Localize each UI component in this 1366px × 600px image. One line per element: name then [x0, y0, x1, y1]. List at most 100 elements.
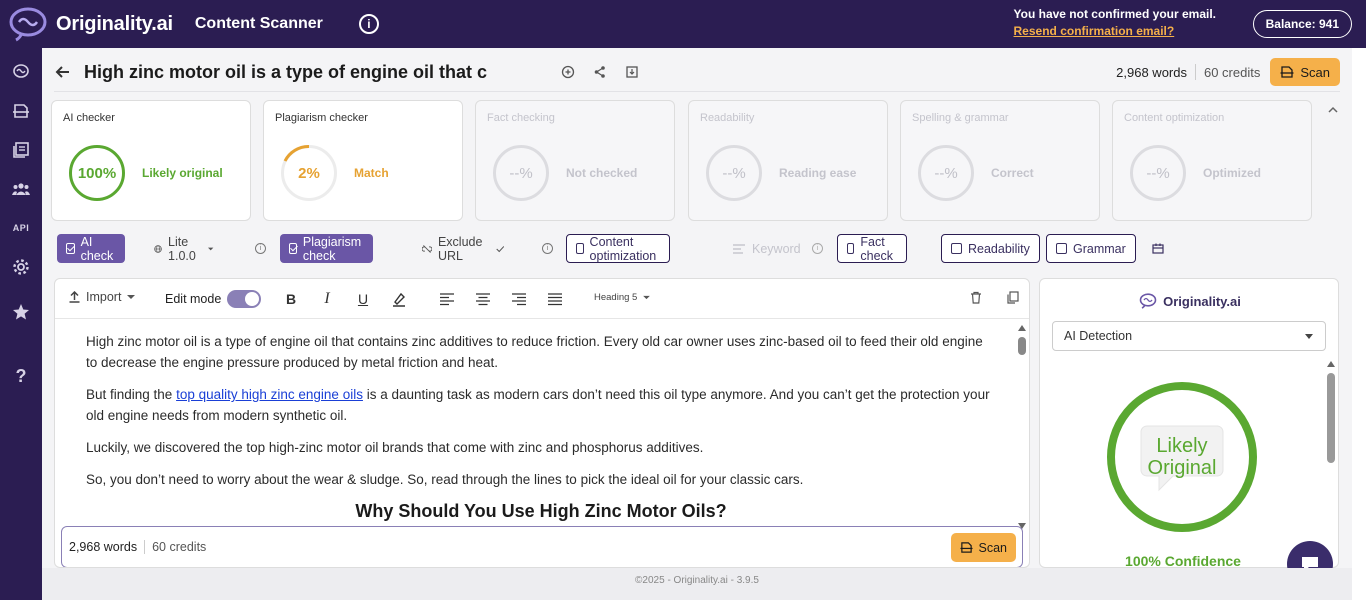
import-button[interactable]: Import [69, 290, 136, 304]
card-plagiarism-checker[interactable]: Plagiarism checker 2% Match [263, 100, 463, 221]
checkbox-icon [1056, 243, 1067, 254]
checkbox-icon [847, 243, 855, 254]
score-ring: --% [1130, 145, 1186, 201]
copy-icon[interactable] [1006, 291, 1019, 304]
paragraph: So, you don’t need to worry about the we… [86, 472, 804, 487]
align-center-icon[interactable] [475, 291, 491, 307]
checkbox-checked-icon [66, 243, 75, 254]
back-arrow-icon[interactable] [54, 63, 72, 81]
panel-brand: Originality.ai [1040, 293, 1338, 309]
content-optimization-label: Content optimization [589, 234, 657, 263]
brain-logo-icon [1139, 293, 1157, 309]
inline-link[interactable]: top quality high zinc engine oils [176, 387, 363, 402]
globe-icon [154, 244, 162, 253]
calendar-icon[interactable] [1152, 243, 1164, 254]
exclude-url-info-icon[interactable]: i [542, 243, 553, 254]
team-icon[interactable] [11, 179, 31, 199]
paragraph: But finding the top quality high zinc en… [86, 384, 996, 426]
heading-label: Heading 5 [594, 292, 638, 303]
help-icon[interactable]: ? [11, 366, 31, 386]
scroll-thumb[interactable] [1018, 337, 1026, 355]
bold-button[interactable]: B [283, 291, 299, 307]
resend-confirmation-link[interactable]: Resend confirmation email? [1014, 24, 1216, 38]
card-status: Reading ease [779, 166, 857, 180]
header-divider [54, 91, 1340, 92]
editor-content[interactable]: High zinc motor oil is a type of engine … [86, 331, 996, 522]
editor-toolbar: Import Edit mode B I U Heading 5 [55, 279, 1029, 319]
export-icon[interactable] [625, 65, 639, 79]
add-circle-icon[interactable] [561, 65, 575, 79]
card-status: Match [354, 166, 389, 180]
confidence-label: 100% Confidence [1125, 553, 1241, 568]
header-stats: 2,968 words 60 credits Scan [1116, 56, 1340, 88]
model-select[interactable]: Lite 1.0.0 [154, 234, 214, 263]
chevron-up-icon[interactable] [1326, 103, 1340, 117]
fact-check-toggle[interactable]: Fact check [837, 234, 907, 263]
highlighter-icon[interactable] [391, 291, 407, 307]
underline-button[interactable]: U [355, 291, 371, 307]
card-ai-checker[interactable]: AI checker 100% Likely original [51, 100, 251, 221]
left-sidebar: API ? [0, 48, 42, 600]
paragraph: Luckily, we discovered the top high-zinc… [86, 440, 704, 455]
balance-badge[interactable]: Balance: 941 [1252, 10, 1352, 38]
card-title: Content optimization [1124, 112, 1225, 124]
word-count: 2,968 words [1116, 64, 1187, 80]
card-title: Readability [700, 112, 755, 124]
exclude-url-option[interactable]: Exclude URL [422, 234, 505, 263]
keyword-info-icon[interactable]: i [812, 243, 823, 254]
scroll-up-icon[interactable] [1018, 325, 1026, 331]
heading-select[interactable]: Heading 5 [594, 292, 651, 303]
page-scrollbar[interactable] [1352, 48, 1366, 600]
document-actions [561, 65, 639, 79]
align-justify-icon[interactable] [547, 291, 563, 307]
grammar-toggle[interactable]: Grammar [1046, 234, 1136, 263]
score-ring: --% [918, 145, 974, 201]
plagiarism-ring-arc [283, 145, 310, 162]
api-icon[interactable]: API [11, 218, 31, 238]
editor-scrollbar[interactable] [1017, 323, 1027, 529]
share-icon[interactable] [593, 65, 607, 79]
email-notice: You have not confirmed your email. Resen… [1014, 7, 1216, 38]
scroll-thumb[interactable] [1327, 373, 1335, 463]
settings-icon[interactable] [11, 257, 31, 277]
align-left-icon[interactable] [439, 291, 455, 307]
scan-icon[interactable] [11, 101, 31, 121]
keyword-icon [733, 243, 745, 254]
keyword-option: Keyword [732, 234, 801, 263]
card-spelling-grammar: Spelling & grammar --% Correct [900, 100, 1100, 221]
info-icon[interactable]: i [358, 14, 379, 34]
import-label: Import [86, 290, 122, 304]
keyword-label: Keyword [752, 241, 801, 256]
card-status: Likely original [142, 166, 223, 180]
panel-scrollbar[interactable] [1326, 359, 1336, 567]
scroll-up-icon[interactable] [1327, 361, 1335, 367]
align-right-icon[interactable] [511, 291, 527, 307]
trash-icon[interactable] [970, 291, 982, 304]
footer-scan-button[interactable]: Scan [950, 533, 1016, 562]
model-info-icon[interactable]: i [255, 243, 266, 254]
document-title[interactable]: High zinc motor oil is a type of engine … [84, 62, 487, 83]
brand-name: Originality.ai [56, 12, 173, 35]
star-icon[interactable] [11, 302, 31, 322]
italic-button[interactable]: I [319, 290, 335, 307]
detection-type-select[interactable]: AI Detection [1052, 321, 1326, 351]
content-optimization-toggle[interactable]: Content optimization [566, 234, 670, 263]
readability-toggle[interactable]: Readability [941, 234, 1040, 263]
scan-label: Scan [1300, 64, 1330, 80]
score-ring: 2% [281, 145, 337, 201]
brain-icon[interactable] [11, 62, 31, 82]
panel-brand-name: Originality.ai [1163, 293, 1241, 309]
edit-mode-toggle[interactable] [227, 290, 262, 308]
checkbox-icon [951, 243, 962, 254]
ai-check-toggle[interactable]: AI check [57, 234, 125, 263]
edit-mode-control: Edit mode [165, 290, 262, 308]
library-icon[interactable] [11, 140, 31, 160]
brand-logo[interactable]: Originality.ai [8, 6, 173, 42]
plagiarism-check-toggle[interactable]: Plagiarism check [280, 234, 374, 263]
scan-button[interactable]: Scan [1270, 58, 1340, 86]
credit-cost: 60 credits [1203, 64, 1261, 80]
caret-down-icon [1305, 334, 1313, 339]
result-verdict: Likely Original [1148, 435, 1217, 479]
exclude-url-label: Exclude URL [437, 234, 483, 263]
score-ring: --% [706, 145, 762, 201]
